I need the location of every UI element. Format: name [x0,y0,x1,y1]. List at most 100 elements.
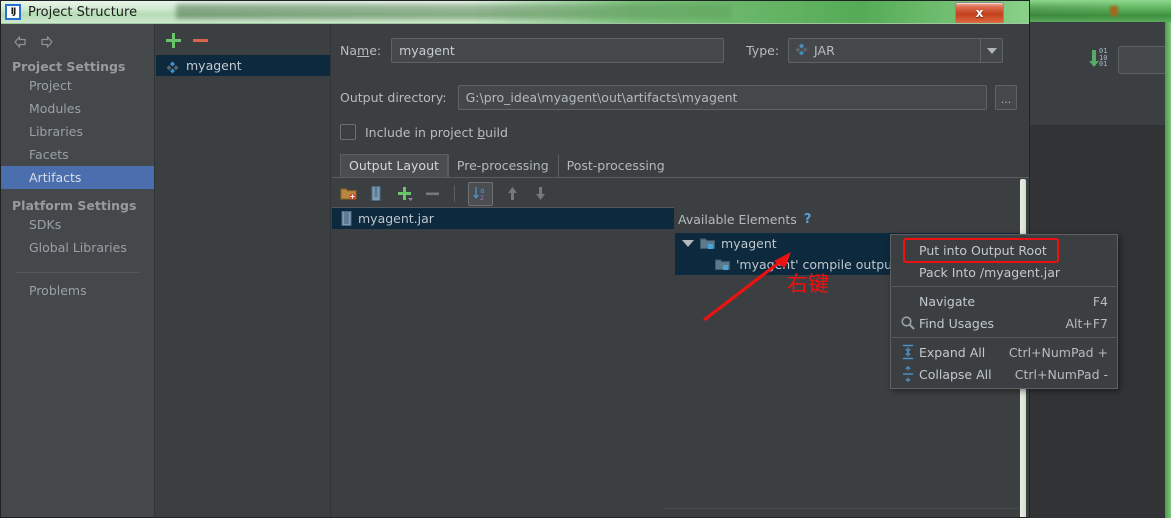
menu-icon-slot [899,293,919,309]
menu-item-label: Navigate [919,293,976,309]
menu-item-label: Pack Into /myagent.jar [919,264,1060,280]
tab-output-layout[interactable]: Output Layout [340,154,448,177]
menu-item-shortcut: Ctrl+NumPad + [1008,344,1108,360]
sidebar-group-title-platform-settings: Platform Settings [12,198,137,213]
background-blurred-icon-orange [1110,6,1118,16]
dialog-titlebar[interactable]: IJ Project Structure x [1,1,1029,24]
artifact-list-panel: myagent [156,24,331,517]
browse-directory-button[interactable]: ... [994,85,1017,110]
menu-item-label: Find Usages [919,315,995,331]
available-elements-title: Available Elements [678,212,797,227]
compile-output-icon [715,258,730,271]
output-layout-tree: myagent.jar [332,207,674,507]
type-label: Type: [746,43,780,58]
back-arrow-icon[interactable] [12,34,28,50]
output-tree-row-label: myagent.jar [358,211,434,226]
menu-icon-slot [899,264,919,280]
sidebar-item-libraries[interactable]: Libraries [1,120,154,143]
sidebar-item-project[interactable]: Project [1,74,154,97]
include-in-build-label: Include in project build [365,124,508,140]
remove-artifact-button[interactable] [193,33,208,48]
tab-pre-processing[interactable]: Pre-processing [447,154,558,177]
menu-item-find-usages[interactable]: Find Usages Alt+F7 [891,312,1117,334]
intellij-idea-icon: IJ [5,4,21,20]
annotation-text: 右键 [787,272,829,296]
chevron-down-icon [986,47,997,54]
sidebar-item-facets[interactable]: Facets [1,143,154,166]
sidebar-item-modules[interactable]: Modules [1,97,154,120]
menu-item-label: Put into Output Root [919,242,1047,258]
move-down-icon [532,185,549,202]
module-folder-icon [700,237,715,250]
add-directory-icon[interactable] [340,185,357,202]
artifact-list-item-label: myagent [186,58,242,73]
name-input[interactable] [391,38,725,63]
menu-item-collapse-all[interactable]: Collapse All Ctrl+NumPad - [891,363,1117,385]
menu-item-navigate[interactable]: Navigate F4 [891,290,1117,312]
sort-alphabetically-icon[interactable]: a z [468,181,493,206]
titlebar-blurred-overlay [176,4,731,19]
move-up-icon [504,185,521,202]
toolbar-separator [454,185,455,202]
forward-arrow-icon[interactable] [39,34,55,50]
find-usages-icon [899,315,919,331]
include-in-build-checkbox[interactable] [340,124,356,140]
bottom-divider [663,508,1029,509]
type-dropdown[interactable]: JAR [788,38,1004,63]
sidebar-item-problems[interactable]: Problems [1,273,154,302]
menu-separator [892,337,1116,338]
close-button[interactable]: x [955,2,1004,23]
binary-download-icon: 01 10 01 [1089,48,1114,70]
menu-item-label: Collapse All [919,366,992,382]
add-copy-icon[interactable] [396,185,413,202]
menu-item-pack-into-jar[interactable]: Pack Into /myagent.jar [891,261,1117,283]
artifact-list-toolbar [156,24,330,48]
sidebar-item-artifacts[interactable]: Artifacts [1,166,154,189]
menu-item-shortcut: F4 [1092,293,1108,309]
artifact-diamond-icon [166,59,179,74]
screenshot-root: 01 10 01 IJ Project Structure x Project … [0,0,1171,518]
sidebar-item-sdks[interactable]: SDKs [1,213,154,236]
menu-icon-slot [899,242,919,258]
expand-all-icon [899,344,919,360]
output-directory-row: Output directory: ... [332,85,1029,110]
close-icon: x [975,6,984,20]
available-tree-row-label: myagent [721,236,777,251]
project-structure-dialog: IJ Project Structure x Project Settings … [0,0,1030,518]
context-menu: Put into Output Root Pack Into /myagent.… [890,234,1118,389]
menu-item-put-into-output-root[interactable]: Put into Output Root [891,239,1117,261]
name-label: Name: [340,43,382,58]
menu-item-shortcut: Ctrl+NumPad - [1014,366,1108,382]
include-in-build-row[interactable]: Include in project build [332,124,1029,140]
svg-text:z: z [480,193,484,202]
remove-icon [424,185,441,202]
type-dropdown-arrow[interactable] [980,39,1002,62]
collapse-all-icon [899,366,919,382]
sidebar-group-title-project-settings: Project Settings [12,59,126,74]
add-artifact-button[interactable] [166,32,181,48]
menu-item-shortcut: Alt+F7 [1065,315,1108,331]
available-elements-header: Available Elements ? [675,207,1027,233]
add-archive-icon[interactable] [368,185,385,202]
background-ide-second-row [1030,79,1171,126]
output-directory-input[interactable] [457,85,987,110]
navigation-arrows [1,24,154,50]
expander-icon[interactable] [682,240,694,247]
menu-item-label: Expand All [919,344,986,360]
window-title: Project Structure [28,4,138,20]
sidebar-item-global-libraries[interactable]: Global Libraries [1,236,154,259]
type-dropdown-value: JAR [814,43,835,58]
output-tree-row-myagent-jar[interactable]: myagent.jar [332,208,674,229]
name-row: Name: Type: [332,38,1029,63]
jar-file-icon [341,211,352,226]
menu-separator [892,286,1116,287]
dialog-body: Project Settings Project Modules Librari… [1,24,1029,517]
artifact-tabs: Output Layout Pre-processing Post-proces… [332,154,1029,178]
jar-type-icon [795,43,808,59]
background-right-edge-strip [1165,22,1171,518]
tab-post-processing[interactable]: Post-processing [557,154,674,177]
artifact-list-item-myagent[interactable]: myagent [156,55,330,76]
help-icon[interactable]: ? [804,212,812,227]
menu-item-expand-all[interactable]: Expand All Ctrl+NumPad + [891,341,1117,363]
settings-sidebar: Project Settings Project Modules Librari… [1,24,155,517]
